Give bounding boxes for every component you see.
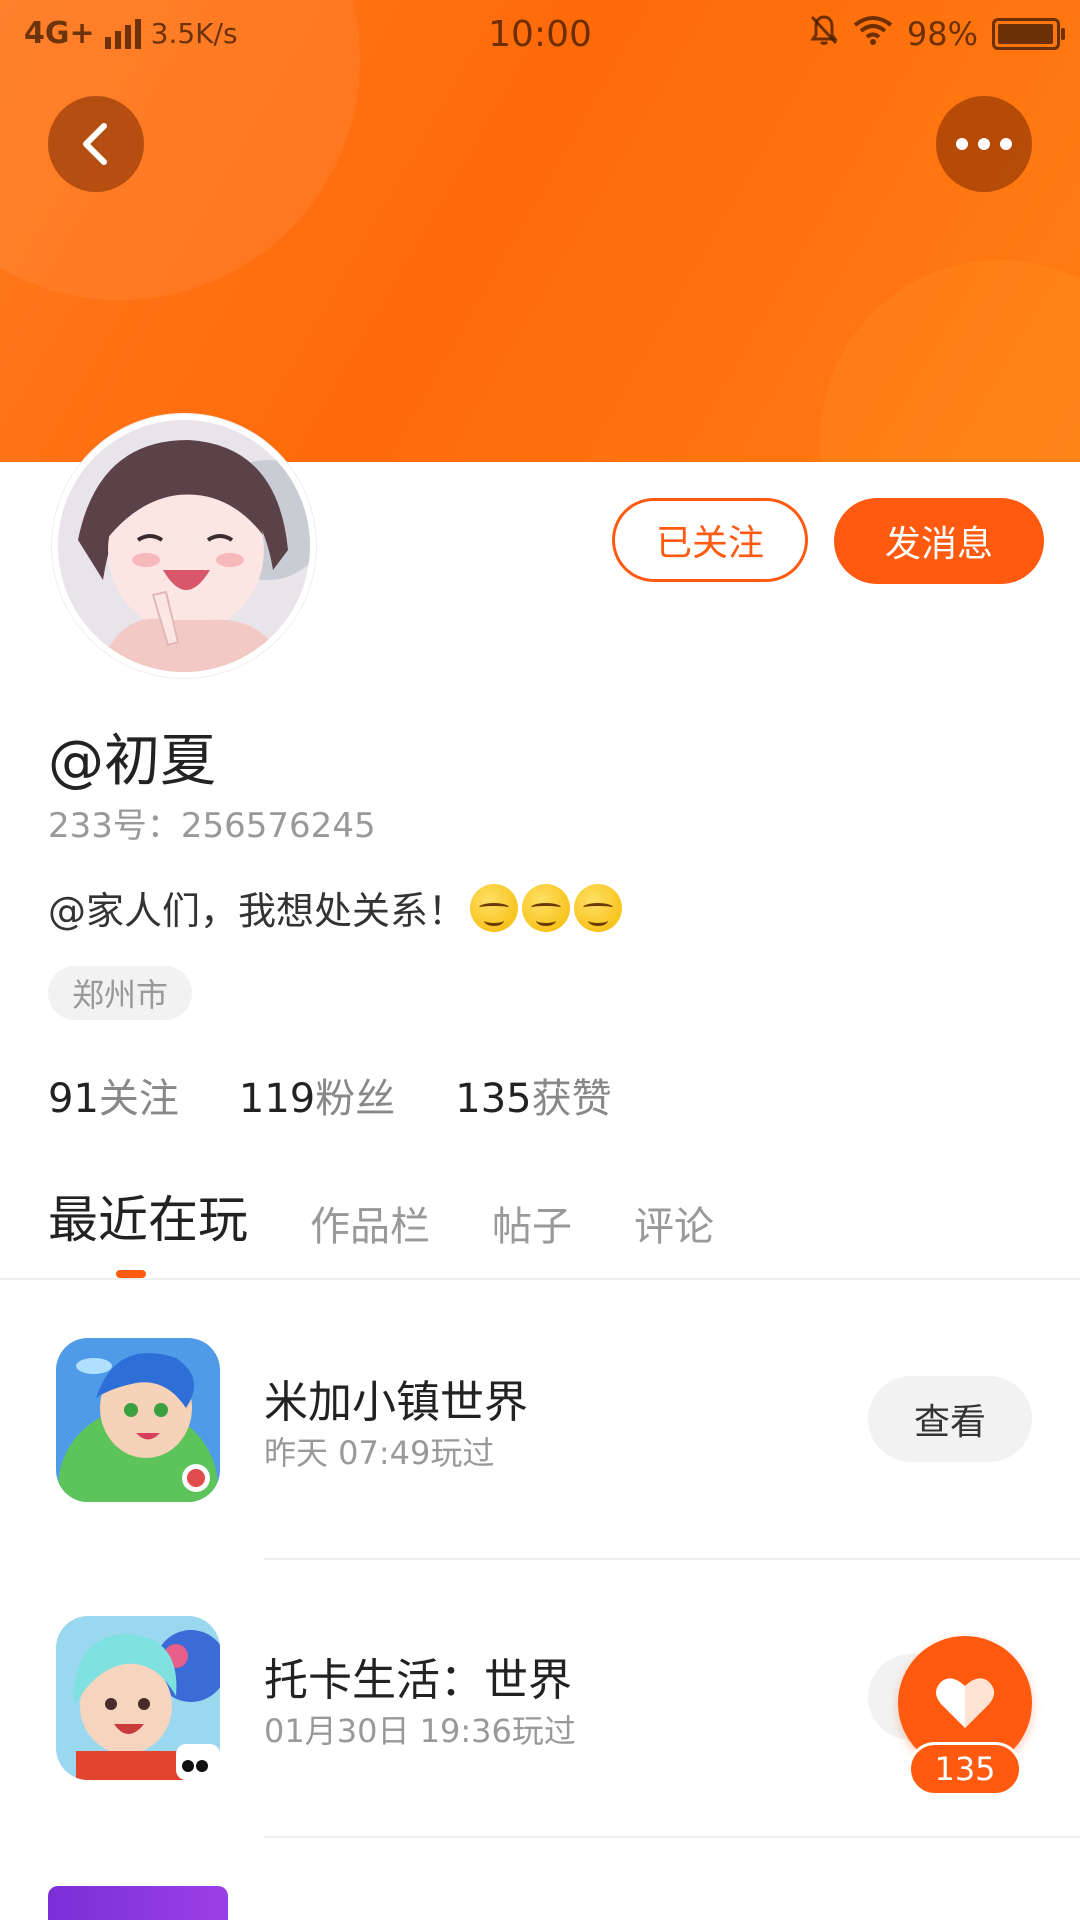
game-icon xyxy=(48,1886,228,1920)
tab-posts[interactable]: 帖子 xyxy=(492,1194,572,1252)
tab-recently-played[interactable]: 最近在玩 xyxy=(48,1180,248,1252)
status-bar: 4G+ 3.5K/s 10:00 98% xyxy=(0,0,1080,72)
divider xyxy=(0,1278,1080,1280)
profile-stats: 91关注 119粉丝 135获赞 xyxy=(48,1066,612,1124)
profile-screen: 4G+ 3.5K/s 10:00 98% 已关注 发消息 @初夏 233号：25… xyxy=(0,0,1080,1920)
stat-label: 粉丝 xyxy=(315,1076,396,1122)
like-count: 135 xyxy=(908,1742,1022,1796)
stat-value: 135 xyxy=(455,1076,532,1122)
location-tag: 郑州市 xyxy=(48,966,193,1020)
relieved-face-emoji-icon xyxy=(470,883,519,932)
stat-value: 119 xyxy=(238,1076,316,1122)
stat-likes[interactable]: 135获赞 xyxy=(455,1066,611,1124)
battery-fill xyxy=(998,24,1053,44)
send-message-button[interactable]: 发消息 xyxy=(834,498,1044,584)
list-item[interactable]: 米加小镇世界 昨天 07:49玩过 查看 xyxy=(0,1282,1080,1560)
account-id: 233号：256576245 xyxy=(48,806,376,846)
wifi-icon xyxy=(853,15,893,53)
profile-tabs: 最近在玩 作品栏 帖子 评论 xyxy=(48,1180,714,1252)
game-title: 托卡生活：世界 xyxy=(264,1655,572,1706)
active-tab-indicator xyxy=(116,1270,146,1278)
stat-value: 91 xyxy=(48,1076,99,1122)
followed-button[interactable]: 已关注 xyxy=(612,498,808,582)
game-title: 米加小镇世界 xyxy=(264,1377,528,1428)
back-button[interactable] xyxy=(48,96,144,192)
tab-works[interactable]: 作品栏 xyxy=(310,1194,430,1252)
avatar[interactable] xyxy=(52,414,316,678)
divider xyxy=(264,1836,1080,1838)
more-button[interactable] xyxy=(936,96,1032,192)
game-icon xyxy=(56,1616,220,1780)
heart-icon xyxy=(936,1678,994,1728)
last-played: 昨天 07:49玩过 xyxy=(264,1434,495,1472)
more-dots-icon xyxy=(956,138,1012,150)
relieved-face-emoji-icon xyxy=(574,883,623,932)
stat-fans[interactable]: 119粉丝 xyxy=(239,1066,395,1124)
stat-label: 获赞 xyxy=(531,1076,612,1122)
stat-label: 关注 xyxy=(98,1076,179,1122)
game-icon xyxy=(56,1338,220,1502)
relieved-face-emoji-icon xyxy=(522,883,571,932)
mute-bell-icon xyxy=(809,14,839,54)
avatar-image xyxy=(58,420,310,672)
bio: @家人们，我想处关系！ xyxy=(48,880,623,935)
bio-text: @家人们，我想处关系！ xyxy=(48,889,467,933)
battery-icon xyxy=(992,18,1065,50)
banner-decoration xyxy=(820,260,1080,462)
chevron-left-icon xyxy=(83,123,107,165)
tab-comments[interactable]: 评论 xyxy=(634,1194,714,1252)
status-right: 98% xyxy=(809,14,1065,54)
battery-percent: 98% xyxy=(906,15,978,53)
username: @初夏 xyxy=(48,729,216,794)
view-button[interactable]: 查看 xyxy=(868,1376,1032,1462)
last-played: 01月30日 19:36玩过 xyxy=(264,1712,576,1750)
stat-following[interactable]: 91关注 xyxy=(48,1066,179,1124)
